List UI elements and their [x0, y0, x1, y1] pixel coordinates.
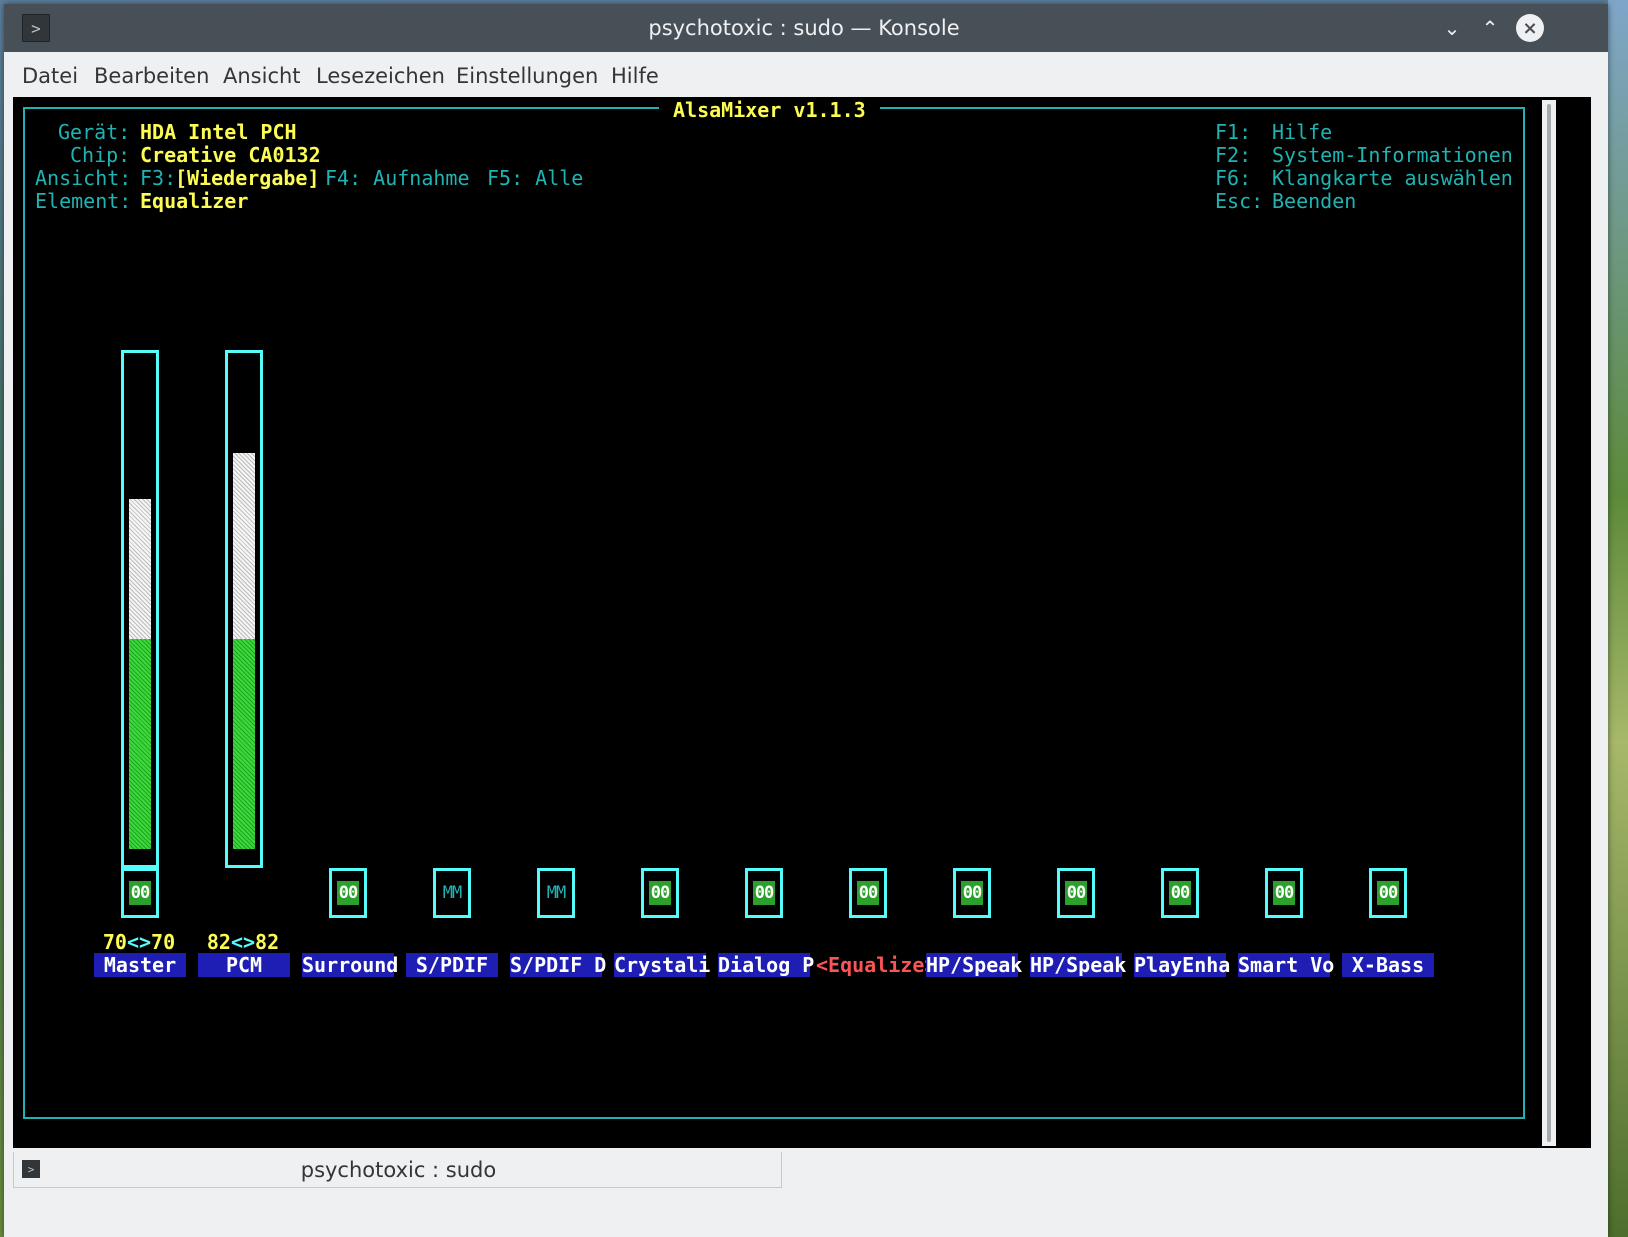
menu-bar: Datei Bearbeiten Ansicht Lesezeichen Ein…	[4, 52, 1608, 100]
channel-label-hp-speak-2[interactable]: HP/Speak	[1030, 953, 1126, 977]
mute-box[interactable]: 00	[1369, 868, 1407, 918]
help-text-f2: System-Informationen	[1272, 143, 1513, 167]
channel-label-spdif-d[interactable]: S/PDIF D	[510, 953, 606, 977]
menu-einstellungen[interactable]: Einstellungen	[456, 52, 598, 100]
mute-indicator: 00	[337, 881, 359, 905]
mute-box[interactable]: 00	[641, 868, 679, 918]
channel-label-master[interactable]: Master	[94, 953, 186, 977]
mute-indicator: 00	[753, 881, 775, 905]
view-f3-key[interactable]: F3:	[140, 166, 176, 190]
mute-box[interactable]: 00	[1057, 868, 1095, 918]
view-label: Ansicht:	[35, 166, 132, 190]
master-volume-value: 70<>70	[102, 930, 176, 954]
pcm-volume-bar[interactable]	[225, 350, 263, 868]
channel-label-playenha[interactable]: PlayEnha	[1134, 953, 1230, 977]
channel-label-equalizer-selected[interactable]: <Equalize>	[816, 953, 936, 977]
tab-session[interactable]: > psychotoxic : sudo	[13, 1152, 782, 1188]
mute-indicator: 00	[1065, 881, 1087, 905]
window-title: psychotoxic : sudo — Konsole	[648, 16, 960, 40]
help-text-f1: Hilfe	[1272, 120, 1333, 144]
channel-label-hp-speak-1[interactable]: HP/Speak	[926, 953, 1022, 977]
mute-box[interactable]: 00	[329, 868, 367, 918]
mute-box[interactable]: 00	[121, 868, 159, 918]
element-value: Equalizer	[140, 189, 249, 213]
mute-indicator: MM	[545, 881, 567, 905]
master-volume-left: 70	[102, 930, 127, 954]
view-playback[interactable]: [Wiedergabe]	[175, 166, 320, 190]
konsole-window: > psychotoxic : sudo — Konsole ⌄ ⌃ × Dat…	[4, 4, 1608, 1237]
channel-label-pcm[interactable]: PCM	[198, 953, 290, 977]
channel-label-x-bass[interactable]: X-Bass	[1342, 953, 1434, 977]
close-icon[interactable]: ×	[1516, 14, 1544, 42]
master-volume-right: 70	[151, 930, 176, 954]
menu-datei[interactable]: Datei	[22, 52, 78, 100]
help-key-f1: F1:	[1215, 120, 1252, 144]
pcm-bar-fill-lower	[233, 639, 255, 849]
master-volume-bar[interactable]	[121, 350, 159, 868]
mute-box[interactable]: 00	[1265, 868, 1303, 918]
mute-indicator: 00	[129, 881, 151, 905]
title-bar[interactable]: > psychotoxic : sudo — Konsole ⌄ ⌃ ×	[4, 4, 1608, 52]
menu-ansicht[interactable]: Ansicht	[223, 52, 301, 100]
channel-label-crystali[interactable]: Crystali	[614, 953, 710, 977]
mute-indicator: 00	[857, 881, 879, 905]
chip-value: Creative CA0132	[140, 143, 321, 167]
mute-box[interactable]: 00	[953, 868, 991, 918]
channel-label-spdif[interactable]: S/PDIF	[406, 953, 498, 977]
channel-label-smart-vo[interactable]: Smart Vo	[1238, 953, 1334, 977]
help-key-esc: Esc:	[1215, 189, 1264, 213]
element-label: Element:	[35, 189, 132, 213]
channel-label-equalizer: Equalize	[828, 953, 925, 977]
master-bar-fill-upper	[129, 499, 151, 639]
mute-indicator: 00	[649, 881, 671, 905]
mute-box[interactable]: 00	[745, 868, 783, 918]
terminal-scrollbar[interactable]	[1542, 100, 1556, 1146]
scrollbar-handle[interactable]	[1547, 104, 1551, 1142]
mute-box[interactable]: 00	[849, 868, 887, 918]
minimize-icon[interactable]: ⌄	[1438, 14, 1466, 42]
pcm-bar-fill-upper	[233, 453, 255, 639]
menu-hilfe[interactable]: Hilfe	[611, 52, 659, 100]
channel-label-dialog[interactable]: Dialog P	[718, 953, 814, 977]
mute-indicator: 00	[1169, 881, 1191, 905]
help-key-f6: F6:	[1215, 166, 1252, 190]
mute-indicator: 00	[1273, 881, 1295, 905]
tab-bar: > psychotoxic : sudo	[4, 1148, 1608, 1196]
help-text-f6: Klangkarte auswählen	[1272, 166, 1513, 190]
help-key-f2: F2:	[1215, 143, 1252, 167]
pcm-volume-value: 82<>82	[206, 930, 280, 954]
mute-indicator: 00	[961, 881, 983, 905]
view-capture[interactable]: F4: Aufnahme	[325, 166, 470, 190]
mute-box[interactable]: 00	[1161, 868, 1199, 918]
help-text-esc: Beenden	[1272, 189, 1357, 213]
menu-bearbeiten[interactable]: Bearbeiten	[94, 52, 209, 100]
terminal-icon[interactable]: >	[22, 14, 50, 42]
selected-marker-left: <	[816, 953, 829, 977]
maximize-icon[interactable]: ⌃	[1476, 14, 1504, 42]
view-all[interactable]: F5: Alle	[487, 166, 583, 190]
terminal-area[interactable]: AlsaMixer v1.1.3 Gerät: HDA Intel PCH Ch…	[13, 97, 1591, 1195]
desktop-background	[1608, 0, 1628, 1237]
tab-label: psychotoxic : sudo	[300, 1158, 497, 1182]
mixer-title: AlsaMixer v1.1.3	[659, 97, 880, 123]
window-bottom	[4, 1196, 1608, 1237]
mute-indicator: MM	[441, 881, 463, 905]
master-bar-fill-lower	[129, 639, 151, 849]
menu-lesezeichen[interactable]: Lesezeichen	[316, 52, 445, 100]
channel-label-surround[interactable]: Surround	[302, 953, 398, 977]
chip-label: Chip:	[70, 143, 131, 167]
device-value: HDA Intel PCH	[140, 120, 297, 144]
pcm-volume-right: 82	[255, 930, 280, 954]
mute-box[interactable]: MM	[537, 868, 575, 918]
pcm-volume-left: 82	[206, 930, 231, 954]
mute-indicator: 00	[1377, 881, 1399, 905]
device-label: Gerät:	[58, 120, 131, 144]
mute-box[interactable]: MM	[433, 868, 471, 918]
